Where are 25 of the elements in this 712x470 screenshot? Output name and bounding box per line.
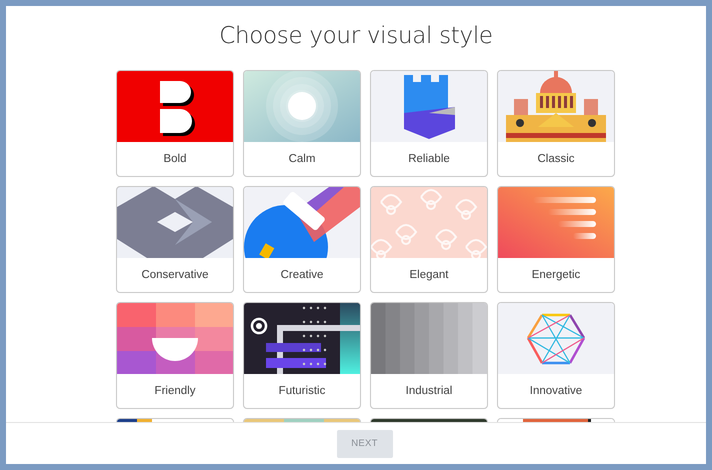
page-title: Choose your visual style: [218, 22, 494, 51]
style-card[interactable]: Calm: [243, 70, 361, 177]
style-card[interactable]: Energetic: [497, 186, 615, 293]
style-label: Futuristic: [278, 384, 326, 399]
style-label: Bold: [162, 152, 188, 167]
style-card[interactable]: Conservative: [116, 186, 234, 293]
style-label: Friendly: [154, 384, 196, 399]
style-label: Elegant: [408, 268, 450, 283]
style-label: Industrial: [404, 384, 454, 399]
style-card[interactable]: Creative: [243, 186, 361, 293]
style-label: Conservative: [140, 268, 210, 283]
style-card[interactable]: Friendly: [116, 302, 234, 409]
style-label: Classic: [536, 152, 576, 167]
style-card[interactable]: Industrial: [370, 302, 488, 409]
style-label: Reliable: [407, 152, 451, 167]
style-card[interactable]: Innovative: [497, 302, 615, 409]
style-label: Energetic: [530, 268, 582, 283]
style-label: Innovative: [528, 384, 584, 399]
style-card[interactable]: Classic: [497, 70, 615, 177]
style-card[interactable]: Elegant: [370, 186, 488, 293]
style-label: Calm: [288, 152, 316, 167]
style-card[interactable]: Reliable: [370, 70, 488, 177]
style-label: Creative: [280, 268, 324, 283]
style-card[interactable]: Futuristic: [243, 302, 361, 409]
style-card[interactable]: Bold: [116, 70, 234, 177]
